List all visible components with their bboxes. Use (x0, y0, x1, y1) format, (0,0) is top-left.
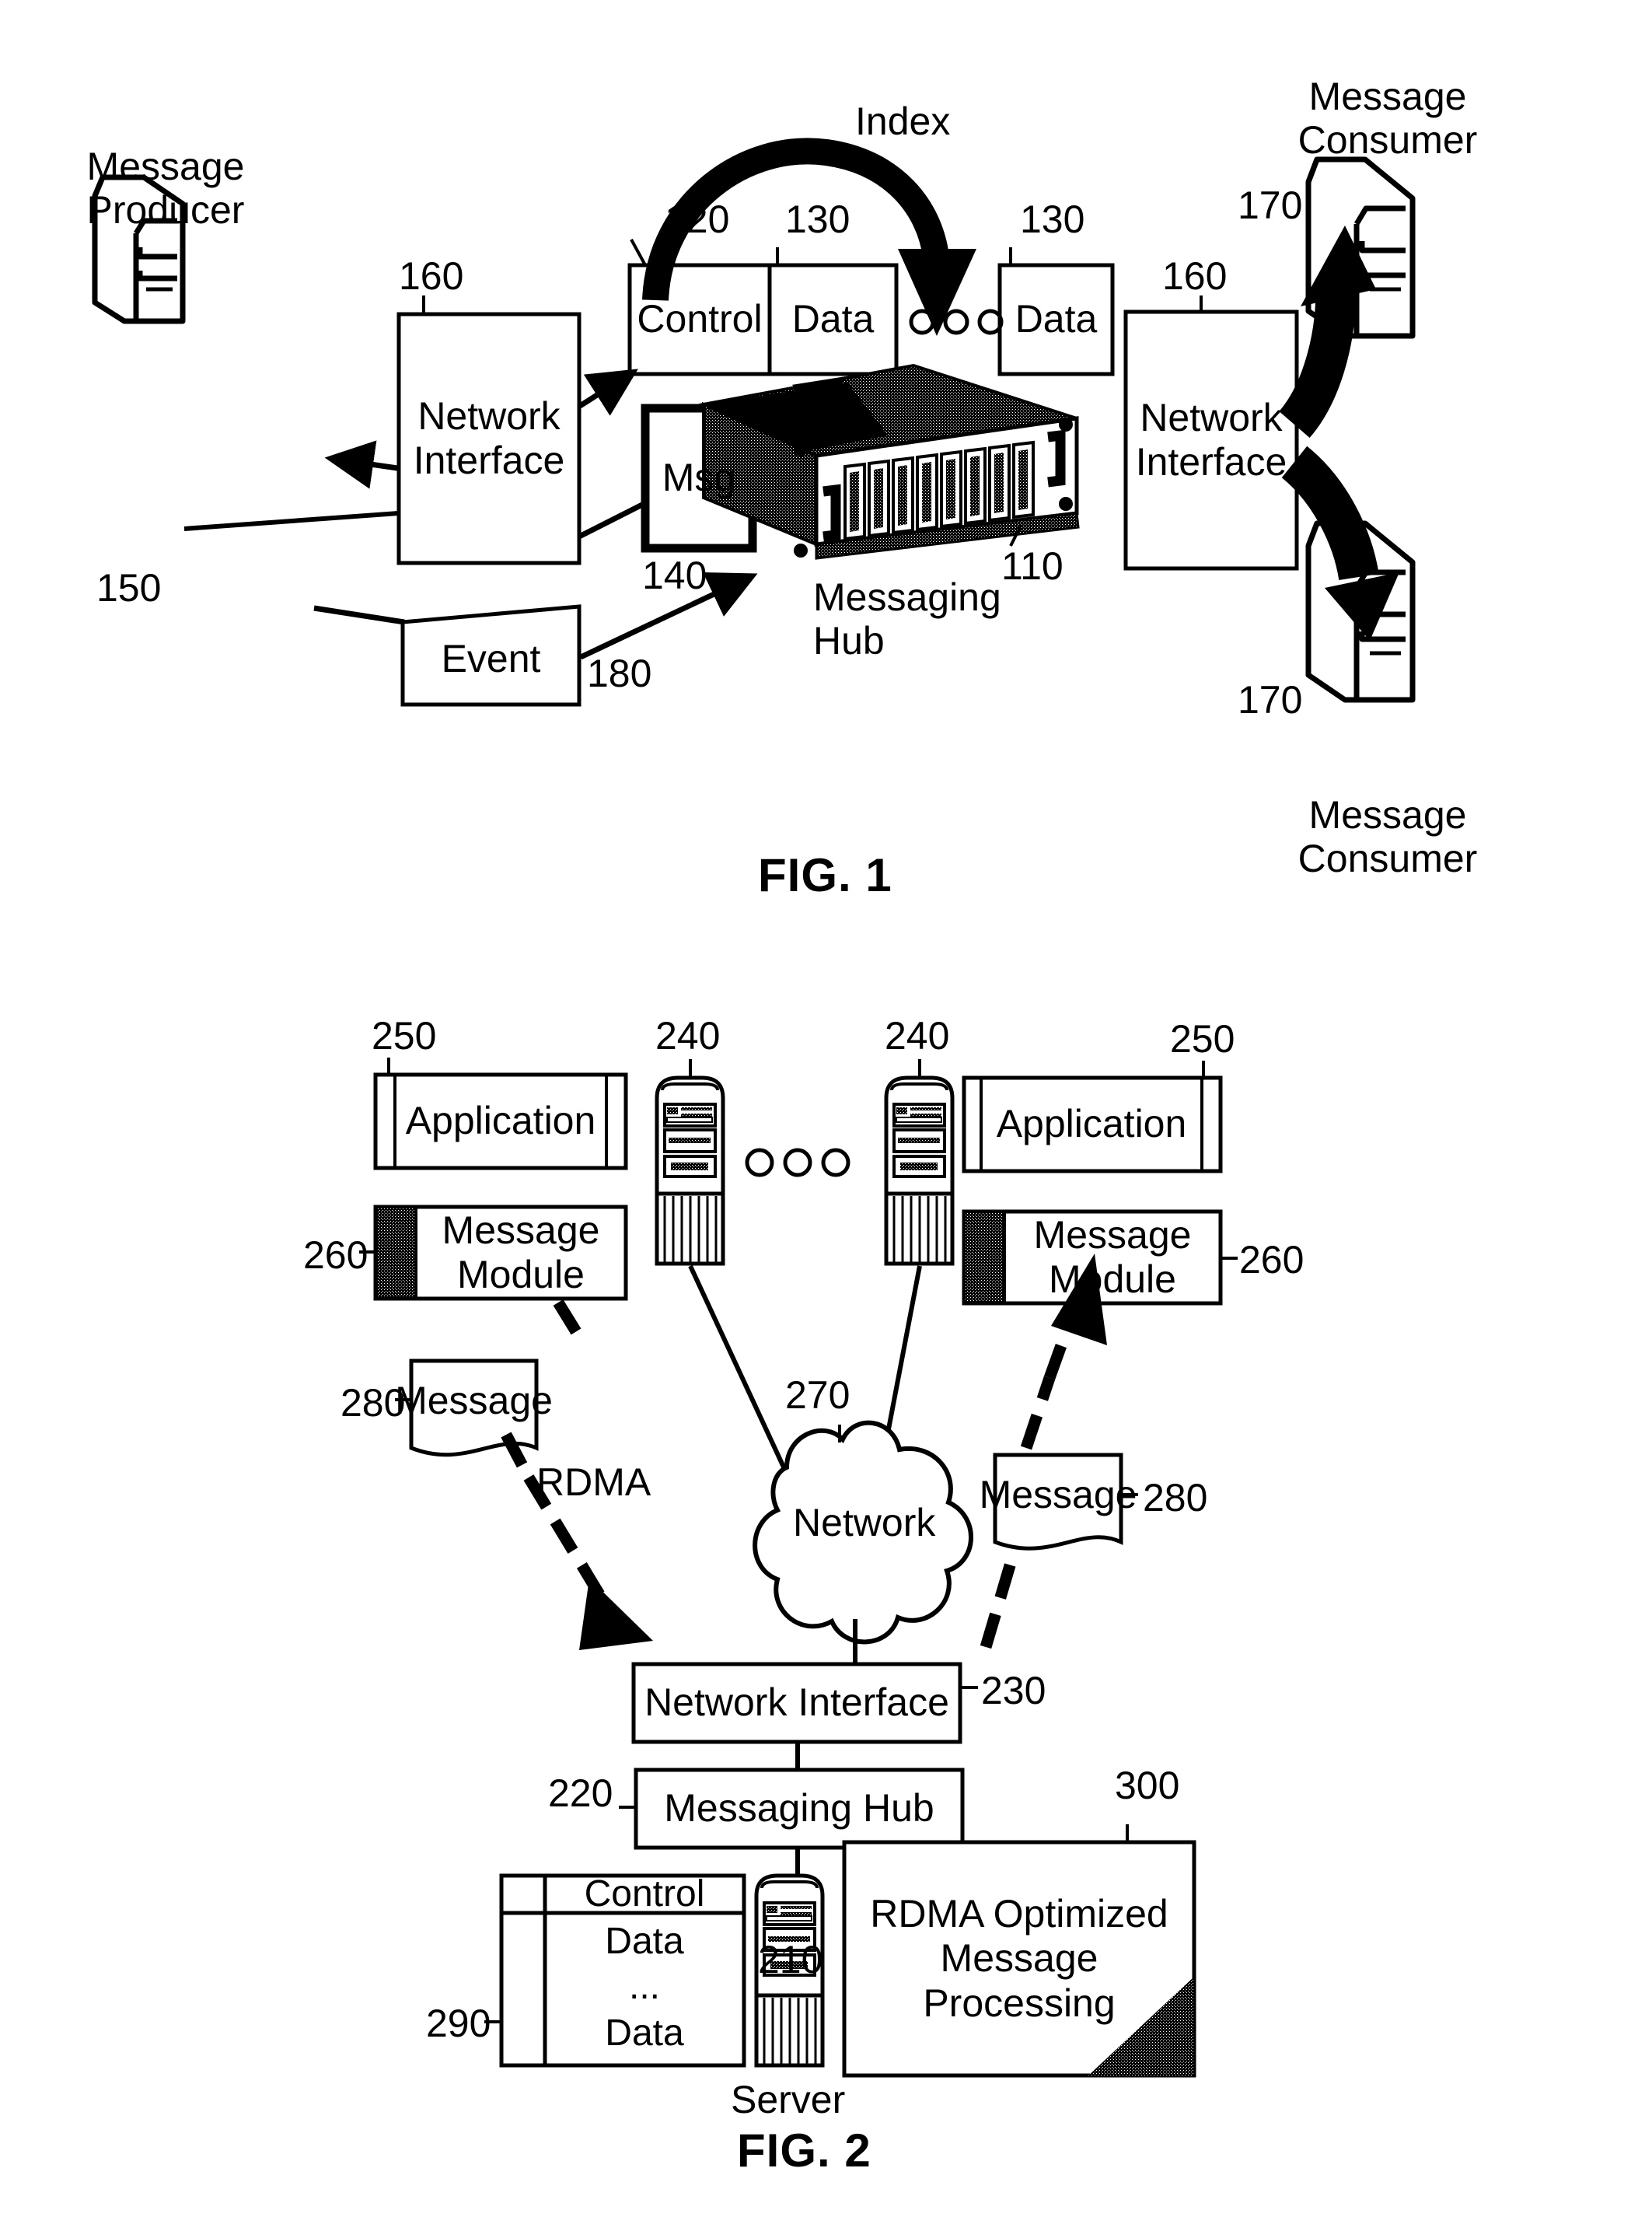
nic-left-label: Network Interface (413, 393, 565, 483)
line-client-left-to-cloud (688, 1264, 788, 1472)
ref-150: 150 (96, 566, 162, 610)
fig2-ref-260-right: 260 (1239, 1238, 1304, 1282)
fig2-ref-240-right: 240 (885, 1014, 950, 1058)
arrow-msg-to-control (578, 369, 638, 416)
queue-dot-2 (943, 309, 969, 335)
line-producer-to-event (313, 605, 405, 625)
queue-data-bottom-label: Data (605, 2012, 684, 2054)
data-label-1: Data (791, 297, 875, 341)
ref-160-left: 160 (399, 254, 464, 298)
fig2-dot-1 (745, 1148, 774, 1177)
fig2-ref-240-left: 240 (655, 1014, 721, 1058)
rdma-dashed-arrow-left (501, 1299, 606, 1599)
fig2-ref-300: 300 (1115, 1764, 1180, 1807)
fig2-ref-290: 290 (426, 2002, 491, 2045)
messaging-hub-label-fig1: Messaging Hub (813, 575, 1001, 663)
network-cloud-label: Network (793, 1501, 936, 1544)
rdma-label: RDMA (536, 1460, 651, 1504)
index-label: Index (855, 100, 951, 143)
queue-control-label: Control (584, 1873, 705, 1915)
fig2-dot-3 (821, 1148, 850, 1177)
fig2-caption: FIG. 2 (737, 2124, 871, 2177)
message-consumer-top-label: Message Consumer (1298, 75, 1478, 162)
message-consumer-bottom-label: Message Consumer (1298, 793, 1478, 880)
fig2-ref-220: 220 (548, 1771, 613, 1815)
msg-label: Msg (662, 456, 736, 500)
patent-drawing-sheet: Message Producer 150 160 Network Interfa… (0, 0, 1652, 2238)
fig2-ref-260-left: 260 (303, 1233, 368, 1277)
fig2-ref-210: 210 (758, 1938, 823, 1981)
data-label-2: Data (1015, 297, 1098, 341)
line-producer-to-nic (183, 511, 399, 531)
queue-data-top-label: Data (605, 1921, 684, 1963)
message-module-right-swatch (962, 1210, 1006, 1305)
fig2-ref-250-right: 250 (1170, 1017, 1235, 1061)
ref-120: 120 (665, 198, 730, 241)
ref-130-b: 130 (1020, 198, 1085, 241)
message-producer-label: Message Producer (86, 145, 245, 232)
message-module-right-label: Message Module (1033, 1212, 1192, 1302)
ref-130-a: 130 (785, 198, 850, 241)
fig2-ref-280-right: 280 (1143, 1476, 1208, 1519)
message-banner-left-label: Message (395, 1379, 553, 1423)
client-right-node-icon (884, 1075, 955, 1266)
message-module-left-swatch (374, 1205, 417, 1300)
arrow-nic-to-producer (324, 440, 398, 489)
ref-180: 180 (587, 652, 652, 695)
ref-140: 140 (642, 554, 707, 597)
queue-ellipsis-label: ... (628, 1966, 660, 2008)
ref-170-bottom: 170 (1238, 678, 1303, 722)
ref-120-leader (630, 239, 647, 266)
message-module-left-label: Message Module (442, 1208, 600, 1297)
fig2-ref-270: 270 (785, 1373, 850, 1417)
line-nic-to-msg (578, 501, 645, 540)
fig2-nic-label: Network Interface (644, 1680, 949, 1725)
rdma-arrowhead-left (579, 1579, 653, 1650)
fig2-ref-230: 230 (981, 1669, 1046, 1712)
control-label: Control (637, 297, 763, 341)
fig2-hub-label: Messaging Hub (664, 1786, 934, 1831)
application-right-label: Application (996, 1102, 1187, 1146)
server-label: Server (731, 2078, 846, 2121)
ref-170-top: 170 (1238, 184, 1303, 227)
ref-110: 110 (1001, 544, 1063, 588)
client-left-node-icon (655, 1075, 725, 1266)
application-left-label: Application (405, 1099, 596, 1143)
message-banner-right-label: Message (979, 1473, 1137, 1517)
messaging-hub-appliance-icon (698, 363, 1080, 560)
nic-right-label: Network Interface (1135, 395, 1287, 484)
fig2-dot-2 (783, 1148, 812, 1177)
ref-160-right: 160 (1162, 254, 1228, 298)
fig1-caption: FIG. 1 (758, 849, 892, 901)
event-label: Event (441, 637, 541, 681)
rdma-optimized-label: RDMA Optimized Message Processing (870, 1891, 1168, 2025)
fig2-ref-250-left: 250 (372, 1014, 437, 1058)
